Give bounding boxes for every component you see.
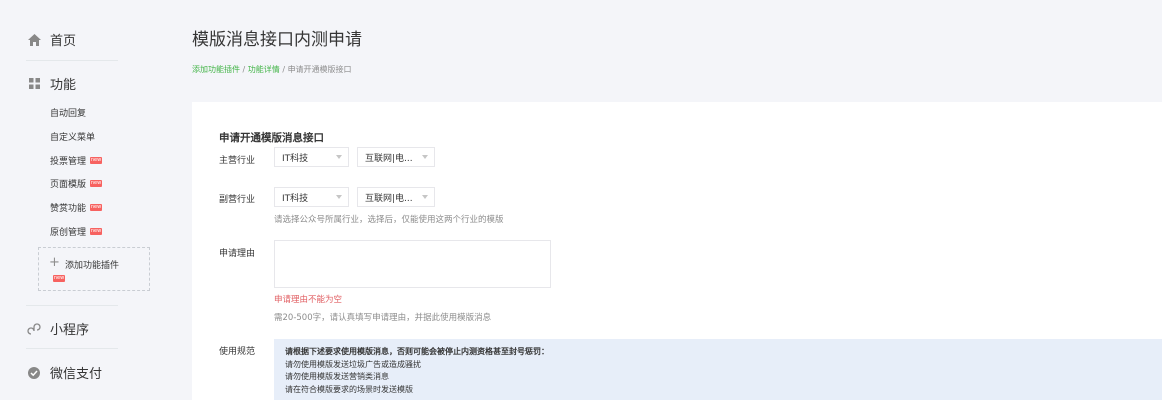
sidebar-wechat-pay[interactable]: 微信支付 <box>26 363 102 382</box>
sidebar-features-label: 功能 <box>50 78 77 93</box>
sidebar-item-custom-menu[interactable]: 自定义菜单 <box>50 130 95 143</box>
chevron-down-icon <box>422 195 428 199</box>
rules-line: 请勿使用模版发送营销类消息 <box>285 372 389 381</box>
select-value: 互联网|电... <box>365 193 413 204</box>
sidebar-item-label: 页面模版 <box>50 180 87 190</box>
add-plugin-button[interactable]: + 添加功能插件 new <box>38 247 150 291</box>
secondary-industry-sub-select[interactable]: 互联网|电... <box>357 187 435 207</box>
sidebar: 首页 功能 自动回复 自定义菜单 投票管理 new 页面模版 new 赞赏功能 … <box>0 0 172 400</box>
rules-line: 请勿使用模版发送垃圾广告或造成骚扰 <box>285 359 421 369</box>
form-title: 申请开通模版消息接口 <box>219 132 324 144</box>
reason-error: 申请理由不能为空 <box>274 295 343 305</box>
select-value: IT科技 <box>282 153 309 164</box>
rules-label: 使用规范 <box>219 347 256 357</box>
sidebar-divider <box>26 348 118 349</box>
sidebar-item-auto-reply[interactable]: 自动回复 <box>50 106 86 119</box>
new-badge: new <box>53 275 65 282</box>
sidebar-divider <box>26 305 118 306</box>
page: 首页 功能 自动回复 自定义菜单 投票管理 new 页面模版 new 赞赏功能 … <box>0 0 1162 400</box>
plus-icon: + <box>49 255 60 270</box>
sidebar-divider <box>26 60 118 61</box>
rules-box: 请根据下述要求使用模版消息，否则可能会被停止内测资格甚至封号惩罚： 请勿使用模版… <box>274 339 1162 400</box>
mini-program-icon <box>26 321 42 337</box>
breadcrumb-link-add-plugin[interactable]: 添加功能插件 <box>192 65 240 74</box>
sidebar-mini-program-label: 小程序 <box>50 323 90 338</box>
sidebar-item-vote[interactable]: 投票管理 new <box>50 154 103 167</box>
primary-industry-sub-select[interactable]: 互联网|电... <box>357 147 435 167</box>
add-plugin-label: 添加功能插件 <box>65 261 120 271</box>
reason-label: 申请理由 <box>219 249 256 259</box>
reason-textarea[interactable] <box>274 240 551 288</box>
sidebar-item-label: 自定义菜单 <box>50 133 96 143</box>
secondary-industry-select[interactable]: IT科技 <box>274 187 349 207</box>
breadcrumb-current: 申请开通模版接口 <box>287 65 352 74</box>
sidebar-item-page-template[interactable]: 页面模版 new <box>50 177 103 190</box>
form-panel: 申请开通模版消息接口 主营行业 IT科技 互联网|电... 副营行业 IT科技 … <box>192 102 1162 400</box>
sidebar-wechat-pay-label: 微信支付 <box>50 367 103 382</box>
new-badge: new <box>90 204 103 211</box>
sidebar-item-reward[interactable]: 赞赏功能 new <box>50 201 103 214</box>
select-value: 互联网|电... <box>365 153 413 164</box>
reason-hint: 需20-500字，请认真填写申请理由，并据此使用模版消息 <box>274 313 492 323</box>
sidebar-item-label: 原创管理 <box>50 228 87 238</box>
wechat-pay-icon <box>26 365 42 381</box>
sidebar-home[interactable]: 首页 <box>26 30 76 49</box>
breadcrumb-separator: / <box>279 65 288 74</box>
chevron-down-icon <box>336 155 342 159</box>
breadcrumb-separator: / <box>240 65 248 74</box>
sidebar-mini-program[interactable]: 小程序 <box>26 319 89 338</box>
new-badge: new <box>90 228 103 235</box>
breadcrumb-link-feature-detail[interactable]: 功能详情 <box>248 65 280 74</box>
sidebar-features[interactable]: 功能 <box>26 74 76 93</box>
page-title: 模版消息接口内测申请 <box>192 30 362 50</box>
select-value: IT科技 <box>282 193 309 204</box>
rules-heading: 请根据下述要求使用模版消息，否则可能会被停止内测资格甚至封号惩罚： <box>285 347 549 356</box>
sidebar-item-label: 自动回复 <box>50 109 87 119</box>
sidebar-item-original[interactable]: 原创管理 new <box>50 225 103 238</box>
primary-industry-label: 主营行业 <box>219 156 256 166</box>
breadcrumb: 添加功能插件 / 功能详情 / 申请开通模版接口 <box>192 64 352 75</box>
secondary-industry-label: 副营行业 <box>219 195 256 205</box>
rules-line: 请在符合模版要求的场景时发送模版 <box>285 384 413 394</box>
primary-industry-select[interactable]: IT科技 <box>274 147 349 167</box>
new-badge: new <box>90 180 103 187</box>
new-badge: new <box>90 157 103 164</box>
chevron-down-icon <box>336 195 342 199</box>
industry-hint: 请选择公众号所属行业，选择后，仅能使用这两个行业的模版 <box>274 215 504 225</box>
sidebar-item-label: 投票管理 <box>50 157 87 167</box>
grid-icon <box>26 76 42 92</box>
sidebar-home-label: 首页 <box>50 34 77 49</box>
home-icon <box>26 32 42 48</box>
sidebar-item-label: 赞赏功能 <box>50 204 87 214</box>
chevron-down-icon <box>422 155 428 159</box>
